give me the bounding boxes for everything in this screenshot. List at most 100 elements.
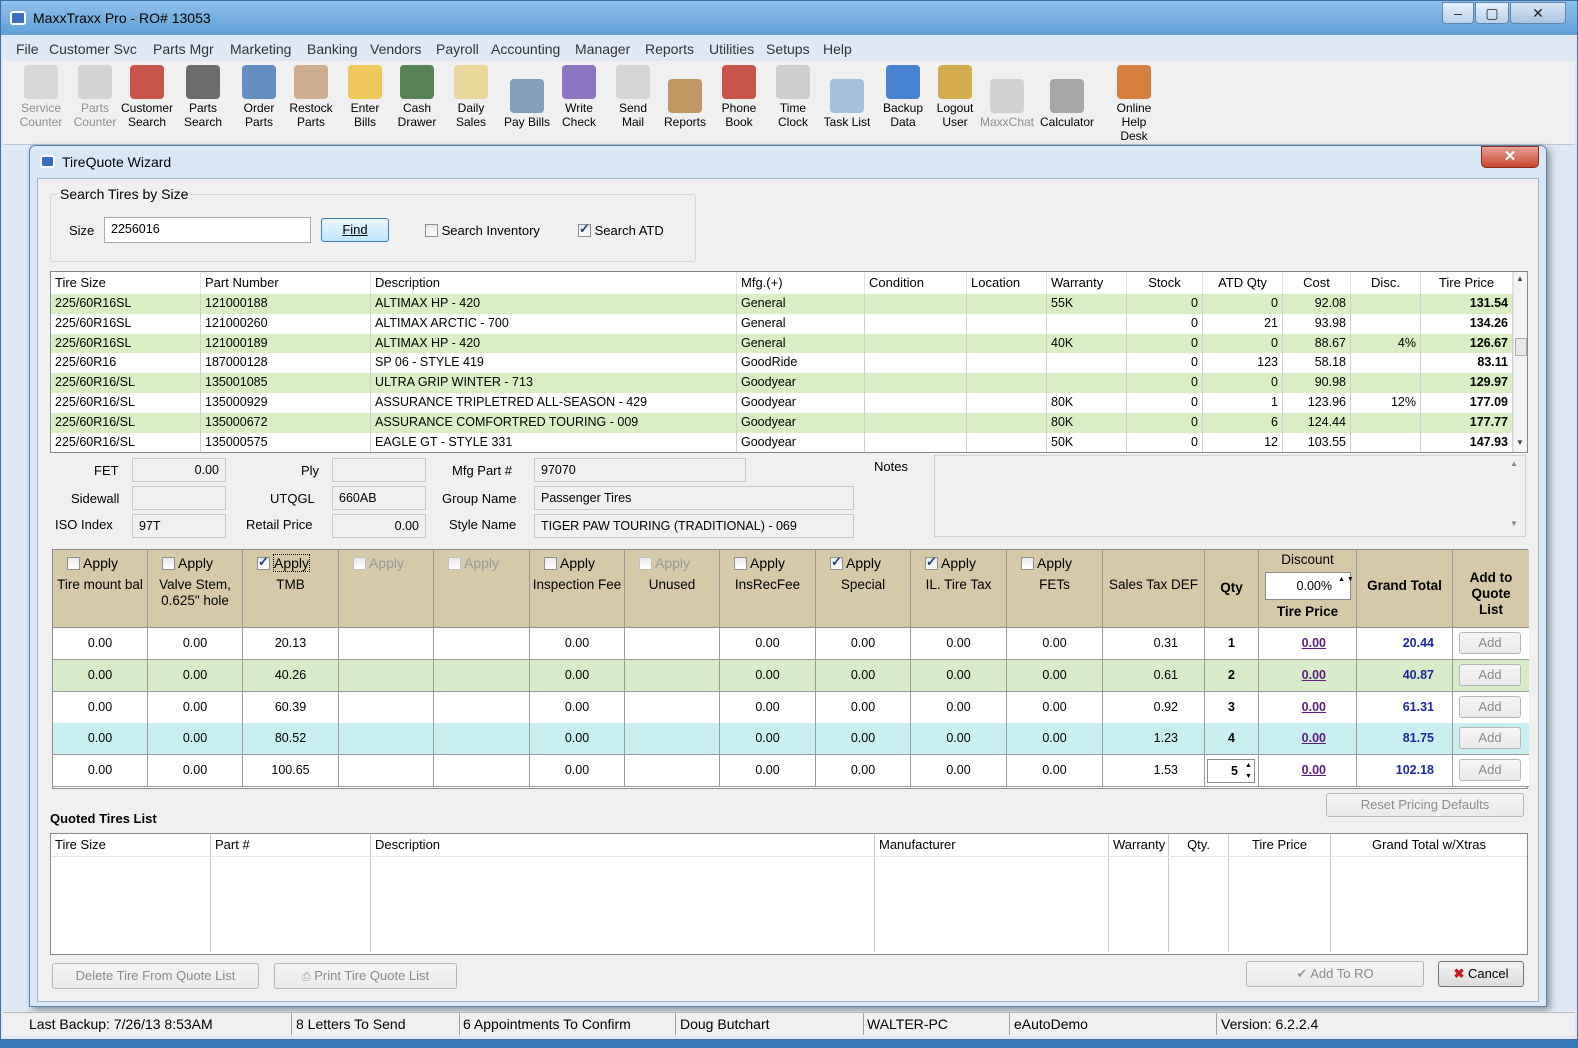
maximize-button[interactable]: ▢ (1475, 2, 1509, 24)
toolbar-money-bag-button[interactable]: Cash Drawer (389, 65, 445, 129)
toolbar-floppy-button[interactable]: Backup Data (875, 65, 931, 129)
toolbar-bills-button[interactable]: Enter Bills (337, 65, 393, 129)
grid-header-warranty[interactable]: Warranty (1047, 272, 1127, 294)
tire-price-cell[interactable]: 0.00 (1259, 691, 1357, 724)
toolbar-calculator-button[interactable]: Calculator (1039, 65, 1095, 129)
qty-cell[interactable]: 3 (1205, 691, 1259, 724)
apply-check[interactable] (257, 554, 270, 570)
table-row[interactable]: 225/60R16SL 121000260 ALTIMAX ARCTIC - 700… (51, 313, 1513, 334)
minimize-button[interactable]: – (1442, 2, 1474, 24)
toolbar-order-button[interactable]: Order Parts (231, 65, 287, 129)
apply-check[interactable] (830, 554, 843, 570)
apply-check[interactable] (353, 557, 366, 570)
tire-price-link[interactable]: 0.00 (1302, 700, 1326, 714)
toolbar-logout-button[interactable]: Logout User (927, 65, 983, 129)
tire-price-cell[interactable]: 0.00 (1259, 723, 1357, 756)
apply-check[interactable] (925, 554, 938, 570)
close-button[interactable]: ✕ (1510, 2, 1566, 24)
menu-utilities[interactable]: Utilities (709, 41, 754, 57)
search-atd-checkbox[interactable]: Search ATD (578, 221, 664, 238)
tire-price-link[interactable]: 0.00 (1302, 731, 1326, 745)
grid-scrollbar[interactable] (1513, 272, 1527, 452)
grid-header-condition[interactable]: Condition (865, 272, 967, 294)
apply-check[interactable] (448, 557, 461, 570)
tire-price-link[interactable]: 0.00 (1302, 636, 1326, 650)
cancel-button[interactable]: ✖ Cancel (1438, 961, 1524, 987)
toolbar-check-button[interactable]: Write Check (551, 65, 607, 129)
status-appointments[interactable]: 6 Appointments To Confirm (463, 1016, 631, 1032)
toolbar-tire-button[interactable]: Parts Search (175, 65, 231, 129)
quoted-tires-list[interactable]: Tire Size Part # Description Manufacturer Wa… (50, 833, 1528, 955)
scroll-down-icon[interactable]: ▼ (1516, 438, 1524, 447)
menu-vendors[interactable]: Vendors (370, 41, 421, 57)
table-row[interactable]: 225/60R16/SL 135000575 EAGLE GT - STYLE 33… (51, 432, 1513, 452)
apply-checkbox[interactable]: Apply (639, 555, 690, 571)
qty-cell[interactable]: 5 ▲ ▼ (1205, 755, 1259, 788)
tire-price-cell[interactable]: 0.00 (1259, 628, 1357, 660)
tire-price-link[interactable]: 0.00 (1302, 763, 1326, 777)
toolbar-help-desk-button[interactable]: Online Help Desk (1105, 65, 1163, 143)
apply-check[interactable] (544, 557, 557, 570)
grid-header-disc-[interactable]: Disc. (1351, 272, 1421, 294)
notes-scroll-down-icon[interactable]: ▼ (1510, 519, 1518, 528)
reset-pricing-defaults-button[interactable]: Reset Pricing Defaults (1326, 793, 1524, 817)
grid-header-location[interactable]: Location (967, 272, 1047, 294)
qty-cell[interactable]: 4 (1205, 723, 1259, 756)
menu-parts-mgr[interactable]: Parts Mgr (153, 41, 214, 57)
grid-header-mfg-[interactable]: Mfg.(+) (737, 272, 865, 294)
add-button[interactable]: Add (1459, 727, 1521, 750)
apply-check[interactable] (67, 557, 80, 570)
tire-results-grid[interactable]: Tire Size Part Number Description Mfg.(+) Co… (50, 271, 1528, 453)
menu-customer-svc[interactable]: Customer Svc (49, 41, 137, 57)
search-inventory-checkbox[interactable]: Search Inventory (425, 223, 540, 238)
apply-checkbox[interactable]: Apply (925, 554, 976, 571)
apply-check[interactable] (639, 557, 652, 570)
notes-scroll-up-icon[interactable]: ▲ (1510, 459, 1518, 468)
delete-tire-button[interactable]: Delete Tire From Quote List (52, 963, 259, 989)
apply-checkbox[interactable]: Apply (257, 554, 311, 572)
status-letters[interactable]: 8 Letters To Send (296, 1016, 405, 1032)
grid-header-atd-qty[interactable]: ATD Qty (1203, 272, 1283, 294)
toolbar-reports-button[interactable]: Reports (657, 65, 713, 129)
title-bar[interactable]: MaxxTraxx Pro - RO# 13053 – ▢ ✕ (1, 1, 1577, 35)
toolbar-car-button[interactable]: Customer Search (119, 65, 175, 129)
apply-checkbox[interactable]: Apply (67, 555, 118, 571)
quoted-header-warranty[interactable]: Warranty (1109, 834, 1169, 952)
quoted-header-tire-price[interactable]: Tire Price (1229, 834, 1331, 952)
add-to-ro-button[interactable]: ✔ Add To RO (1246, 961, 1424, 987)
grid-header-cost[interactable]: Cost (1283, 272, 1351, 294)
apply-check[interactable] (1021, 557, 1034, 570)
table-row[interactable]: 225/60R16SL 121000189 ALTIMAX HP - 420 Gene… (51, 333, 1513, 354)
qty-cell[interactable]: 1 (1205, 628, 1259, 660)
toolbar-parts-counter-button[interactable]: Parts Counter (67, 65, 123, 129)
toolbar-clock-button[interactable]: Time Clock (765, 65, 821, 129)
apply-checkbox[interactable]: Apply (544, 555, 595, 571)
notes-field[interactable] (934, 455, 1526, 537)
quoted-header-tire-size[interactable]: Tire Size (51, 834, 211, 952)
add-button[interactable]: Add (1459, 695, 1521, 718)
toolbar-notepad-button[interactable]: Daily Sales (443, 65, 499, 129)
apply-checkbox[interactable]: Apply (1021, 555, 1072, 571)
apply-checkbox[interactable]: Apply (448, 555, 499, 571)
search-atd-check[interactable] (578, 221, 591, 237)
menu-payroll[interactable]: Payroll (436, 41, 479, 57)
table-row[interactable]: 225/60R16/SL 135001085 ULTRA GRIP WINTER -… (51, 373, 1513, 394)
add-button[interactable]: Add (1459, 759, 1521, 782)
toolbar-register-button[interactable]: Pay Bills (499, 65, 555, 129)
table-row[interactable]: 225/60R16 187000128 SP 06 - STYLE 419 GoodR… (51, 353, 1513, 374)
toolbar-clipboard-button[interactable]: Restock Parts (283, 65, 339, 129)
toolbar-phone-button[interactable]: Phone Book (711, 65, 767, 129)
menu-manager[interactable]: Manager (575, 41, 630, 57)
grid-header-tire-price[interactable]: Tire Price (1421, 272, 1513, 294)
grid-header-tire-size[interactable]: Tire Size (51, 272, 201, 294)
table-row[interactable]: 225/60R16SL 121000188 ALTIMAX HP - 420 Gene… (51, 294, 1513, 314)
menu-reports[interactable]: Reports (645, 41, 694, 57)
tire-price-cell[interactable]: 0.00 (1259, 755, 1357, 788)
apply-checkbox[interactable]: Apply (830, 554, 881, 571)
menu-banking[interactable]: Banking (307, 41, 358, 57)
add-button[interactable]: Add (1459, 632, 1521, 654)
tire-price-link[interactable]: 0.00 (1302, 668, 1326, 682)
menu-accounting[interactable]: Accounting (491, 41, 560, 57)
print-quote-button[interactable]: ⎙ Print Tire Quote List (274, 963, 457, 989)
quoted-header-grand-total-w-xtras[interactable]: Grand Total w/Xtras (1331, 834, 1527, 952)
